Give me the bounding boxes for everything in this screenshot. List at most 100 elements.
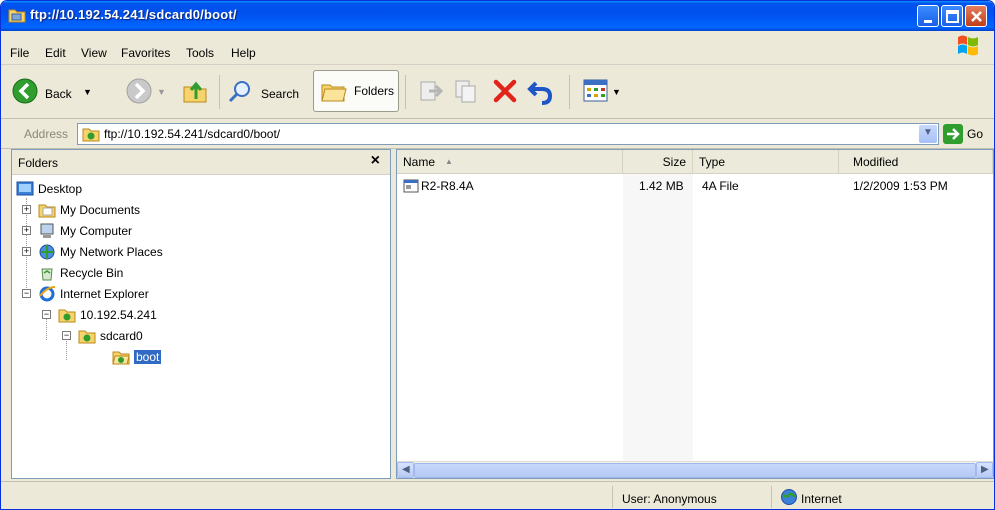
chevron-down-icon: ▼ (923, 127, 933, 138)
column-modified-label: Modified (853, 155, 899, 169)
back-label: Back (45, 87, 72, 101)
window-title: ftp://10.192.54.241/sdcard0/boot/ (30, 7, 237, 22)
undo-icon (527, 77, 555, 108)
copy-to-button[interactable] (449, 73, 485, 109)
address-bar: Address ftp://10.192.54.241/sdcard0/boot… (1, 119, 994, 149)
column-header-name[interactable]: Name ▲ (397, 150, 623, 174)
undo-button[interactable] (523, 73, 559, 109)
up-folder-icon (181, 77, 209, 108)
expand-plus-icon[interactable]: + (22, 205, 31, 214)
folders-label: Folders (354, 84, 395, 98)
column-name-label: Name (403, 155, 436, 169)
folders-pane: Folders × Desktop + My Documents + My Co… (11, 149, 391, 479)
tree-label: My Computer (60, 224, 133, 238)
scroll-left-button[interactable]: ◀ (397, 462, 414, 478)
chevron-down-icon[interactable]: ▼ (612, 87, 621, 97)
copy-to-icon (453, 77, 481, 108)
scroll-right-button[interactable]: ▶ (976, 462, 993, 478)
desktop-icon (16, 180, 34, 198)
ftp-server-icon (58, 306, 76, 324)
forward-arrow-icon (125, 77, 153, 108)
ftp-folder-icon (82, 126, 100, 145)
column-header-modified[interactable]: Modified (839, 150, 993, 174)
status-bar: User: Anonymous Internet (1, 481, 994, 509)
my-computer-icon (38, 222, 56, 240)
address-label: Address (24, 127, 69, 141)
menu-tools[interactable]: Tools (186, 46, 214, 60)
tree-label: Desktop (38, 182, 83, 196)
go-arrow-icon[interactable] (943, 124, 963, 147)
internet-explorer-icon (38, 285, 56, 303)
address-input[interactable]: ftp://10.192.54.241/sdcard0/boot/ ▼ (77, 123, 939, 145)
menu-help[interactable]: Help (231, 46, 256, 60)
maximize-button[interactable] (941, 5, 963, 27)
folders-pane-header: Folders × (12, 150, 390, 175)
tree-label: My Network Places (60, 245, 163, 259)
move-to-button[interactable] (413, 73, 449, 109)
toolbar-separator (405, 75, 406, 109)
file-icon (403, 178, 419, 197)
close-icon[interactable]: × (371, 152, 380, 170)
search-button[interactable]: Search (225, 73, 311, 109)
search-icon (227, 79, 253, 108)
folders-button[interactable]: Folders (313, 70, 399, 112)
up-folder-button[interactable] (177, 73, 213, 109)
tree-label: boot (134, 350, 162, 364)
recycle-bin-icon (38, 264, 56, 282)
move-to-icon (417, 77, 445, 108)
forward-button[interactable]: ▼ (121, 73, 166, 109)
title-bar[interactable]: ftp://10.192.54.241/sdcard0/boot/ (1, 1, 994, 31)
expand-plus-icon[interactable]: + (22, 226, 31, 235)
expand-minus-icon[interactable]: − (62, 331, 71, 340)
sorted-column-highlight (623, 174, 693, 462)
search-label: Search (261, 87, 300, 101)
column-header-size[interactable]: Size (623, 150, 693, 174)
chevron-down-icon[interactable]: ▼ (83, 87, 92, 97)
status-user: User: Anonymous (622, 492, 717, 506)
chevron-right-icon: ▶ (981, 464, 989, 475)
menu-file[interactable]: File (10, 46, 29, 60)
delete-button[interactable] (487, 73, 523, 109)
minimize-button[interactable] (917, 5, 939, 27)
explorer-window: ftp://10.192.54.241/sdcard0/boot/ File E… (0, 0, 995, 510)
windows-logo-icon (954, 33, 982, 57)
file-modified: 1/2/2009 1:53 PM (853, 179, 948, 193)
address-dropdown-button[interactable]: ▼ (919, 125, 937, 143)
column-header-type[interactable]: Type (693, 150, 839, 174)
column-type-label: Type (699, 155, 726, 169)
folders-pane-title: Folders (18, 156, 59, 170)
tree-connector (66, 338, 67, 360)
horizontal-scrollbar[interactable]: ◀ ▶ (397, 461, 993, 478)
go-button[interactable]: Go (967, 127, 983, 141)
menu-edit[interactable]: Edit (45, 46, 66, 60)
status-zone: Internet (801, 492, 842, 506)
scrollbar-thumb[interactable] (414, 463, 976, 478)
chevron-down-icon[interactable]: ▼ (157, 87, 166, 97)
delete-x-icon (491, 77, 519, 108)
address-value: ftp://10.192.54.241/sdcard0/boot/ (104, 127, 281, 141)
menu-favorites[interactable]: Favorites (121, 46, 170, 60)
views-button[interactable]: ▼ (579, 73, 623, 109)
network-places-icon (38, 243, 56, 261)
toolbar-separator (569, 75, 570, 109)
internet-zone-icon (780, 488, 798, 509)
back-button[interactable]: Back ▼ (9, 73, 121, 109)
column-size-label: Size (662, 155, 686, 169)
chevron-left-icon: ◀ (402, 464, 410, 475)
sort-ascending-icon: ▲ (445, 157, 453, 166)
menu-view[interactable]: View (81, 46, 107, 60)
file-row[interactable]: R2-R8.4A 1.42 MB 4A File 1/2/2009 1:53 P… (397, 177, 993, 197)
tree-label: Recycle Bin (60, 266, 124, 280)
folders-icon (320, 77, 348, 108)
expand-minus-icon[interactable]: − (22, 289, 31, 298)
expand-minus-icon[interactable]: − (42, 310, 51, 319)
toolbar-separator (219, 75, 220, 109)
tree-label: My Documents (60, 203, 141, 217)
expand-plus-icon[interactable]: + (22, 247, 31, 256)
close-button[interactable] (965, 5, 987, 27)
file-type: 4A File (702, 179, 739, 193)
views-grid-icon (583, 79, 609, 106)
ftp-folder-icon (78, 327, 96, 345)
selected-folder-label: boot (134, 350, 162, 364)
tree-label: 10.192.54.241 (80, 308, 157, 322)
